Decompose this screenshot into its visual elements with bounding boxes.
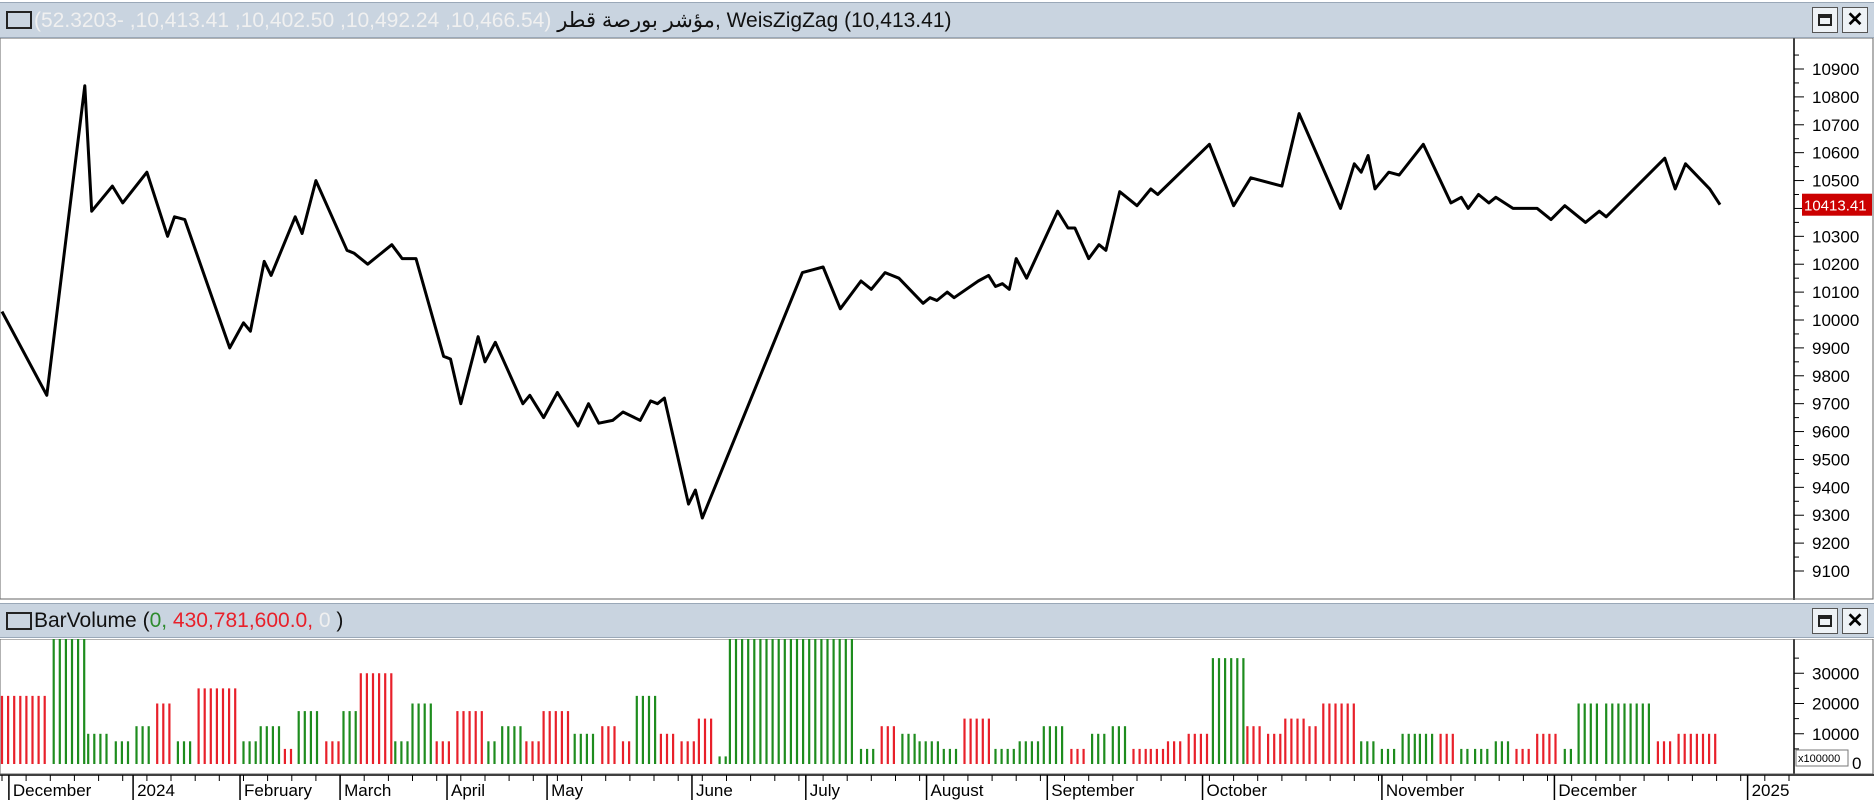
time-axis-label: September (1051, 781, 1134, 800)
volume-zero-label: 0 (1852, 754, 1861, 773)
time-axis[interactable]: December 2024 February March April May June Jul… (0, 774, 1874, 810)
volume-value-0: 0 (149, 608, 162, 632)
price-y-tick-label: 9200 (1812, 534, 1850, 553)
price-pane[interactable]: 9100 9200 9300 9400 9500 9600 9700 9800 9900 1000… (0, 38, 1874, 600)
volume-value-2: 0 (318, 608, 331, 632)
price-y-tick-label: 9600 (1812, 423, 1850, 442)
volume-pane-border (0, 639, 1874, 774)
time-axis-label: 2024 (137, 781, 175, 800)
price-pane-titlebar[interactable]: مؤشر بورصة قطر (10,466.54, 10,492.24, 10… (0, 2, 1874, 38)
price-y-tick-label: 10600 (1812, 144, 1859, 163)
comma: , (161, 608, 173, 632)
price-y-tick-label: 9900 (1812, 339, 1850, 358)
comma: , (307, 608, 319, 632)
maximize-icon (1818, 615, 1832, 627)
paren-close: ) (330, 608, 344, 632)
pane-window-icon (6, 11, 32, 29)
time-axis-svg: December 2024 February March April May June Jul… (0, 774, 1874, 800)
close-icon: ✕ (1846, 610, 1864, 632)
time-axis-label: August (931, 781, 984, 800)
price-y-tick-label: 10100 (1812, 283, 1859, 302)
time-axis-label: 2025 (1752, 781, 1790, 800)
maximize-button[interactable] (1812, 608, 1838, 634)
maximize-button[interactable] (1812, 7, 1838, 33)
volume-scale-label: x100000 (1798, 753, 1840, 765)
volume-pane-title: BarVolume (0, 430,781,600.0, 0 ) (34, 609, 343, 633)
time-axis-label: July (810, 781, 841, 800)
price-y-tick-label: 9700 (1812, 395, 1850, 414)
time-axis-label: March (344, 781, 391, 800)
price-y-tick-label: 10700 (1812, 116, 1859, 135)
last-value-label: 10413.41 (1804, 198, 1867, 215)
price-y-tick-label: 9300 (1812, 506, 1850, 525)
close-button[interactable]: ✕ (1842, 7, 1868, 33)
indicator-label: , WeisZigZag (10,413.41) (714, 8, 952, 32)
price-y-tick-label: 10300 (1812, 227, 1859, 246)
price-pane-border (0, 38, 1874, 600)
time-axis-label: February (244, 781, 313, 800)
price-y-tick-label: 9800 (1812, 367, 1850, 386)
volume-value-1: 430,781,600.0 (172, 608, 308, 632)
close-icon: ✕ (1846, 9, 1864, 31)
price-y-tick-label: 10800 (1812, 88, 1859, 107)
time-axis-label: April (451, 781, 485, 800)
pane-window-icon (6, 611, 32, 630)
price-y-tick-label: 9500 (1812, 450, 1850, 469)
price-y-tick-label: 10500 (1812, 172, 1859, 191)
price-pane-title: مؤشر بورصة قطر (10,466.54, 10,492.24, 10… (34, 8, 952, 33)
time-axis-label: May (551, 781, 584, 800)
price-y-tick-label: 9400 (1812, 478, 1850, 497)
price-y-tick-label: 10200 (1812, 255, 1859, 274)
volume-y-tick-label: 30000 (1812, 664, 1859, 683)
price-y-tick-label: 10900 (1812, 60, 1859, 79)
time-axis-label: December (13, 781, 92, 800)
close-button[interactable]: ✕ (1842, 608, 1868, 634)
time-axis-label: December (1558, 781, 1637, 800)
time-axis-label: November (1386, 781, 1465, 800)
price-chart: 9100 9200 9300 9400 9500 9600 9700 9800 9900 1000… (0, 38, 1874, 600)
time-axis-label: October (1207, 781, 1268, 800)
volume-pane-titlebar[interactable]: BarVolume (0, 430,781,600.0, 0 ) ✕ (0, 603, 1874, 638)
weiszigzag-line (0, 84, 1722, 520)
volume-pane[interactable]: 10000 20000 30000 x100000 0 (0, 639, 1874, 774)
volume-y-tick-label: 10000 (1812, 725, 1859, 744)
time-axis-label: June (696, 781, 733, 800)
maximize-icon (1818, 14, 1832, 26)
price-y-tick-label: 10000 (1812, 311, 1859, 330)
price-y-tick-label: 9100 (1812, 562, 1850, 581)
ohlc-values: (10,466.54, 10,492.24, 10,402.50, 10,413… (34, 8, 552, 32)
instrument-name: مؤشر بورصة قطر (557, 8, 715, 32)
paren-open: ( (136, 608, 150, 632)
volume-chart: 10000 20000 30000 x100000 0 (0, 639, 1874, 774)
volume-indicator-name: BarVolume (34, 608, 137, 632)
volume-y-tick-label: 20000 (1812, 695, 1859, 714)
